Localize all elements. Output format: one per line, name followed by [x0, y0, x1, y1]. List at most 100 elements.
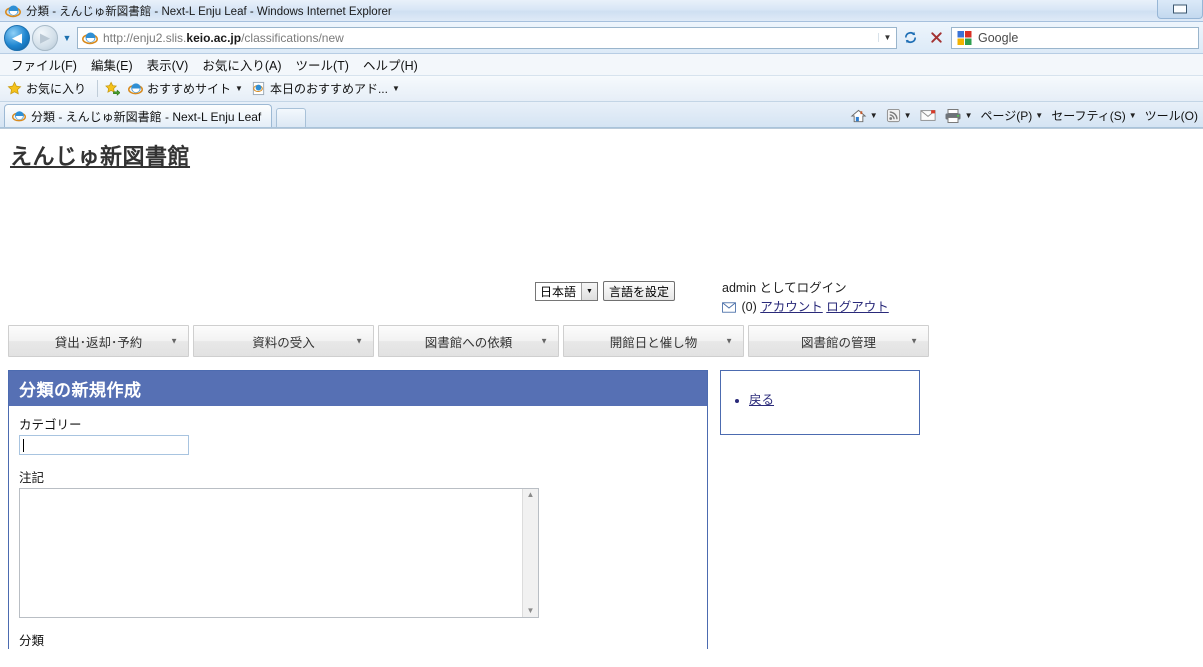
nav-tab-label: 図書館への依頼	[424, 335, 513, 350]
new-tab-button[interactable]	[276, 108, 307, 127]
language-selector-area: 日本語 ▼ 言語を設定	[535, 281, 676, 301]
chevron-down-icon: ▼	[540, 336, 548, 346]
window-title: 分類 - えんじゅ新図書館 - Next-L Enju Leaf - Windo…	[26, 5, 392, 18]
browser-menu-bar: ファイル(F) 編集(E) 表示(V) お気に入り(A) ツール(T) ヘルプ(…	[0, 54, 1203, 76]
forward-button[interactable]: ▶	[32, 24, 58, 51]
ie-icon	[82, 32, 98, 44]
address-bar-url: http://enju2.slis.keio.ac.jp/classificat…	[103, 31, 878, 45]
chevron-down-icon: ▼	[391, 84, 400, 93]
add-to-favorites-button[interactable]	[103, 80, 126, 97]
sidebar-item-back[interactable]: 戻る	[749, 393, 774, 407]
minimize-button[interactable]	[1157, 0, 1203, 19]
nav-tab-events[interactable]: 開館日と催し物 ▼	[563, 325, 744, 357]
chevron-down-icon: ▼	[355, 336, 363, 346]
text-cursor	[23, 438, 24, 452]
url-prefix: http://enju2.slis.	[103, 30, 187, 45]
nav-tab-administration[interactable]: 図書館の管理 ▼	[748, 325, 929, 357]
note-textarea[interactable]: ▲ ▼	[19, 488, 539, 618]
search-box[interactable]: Google	[951, 26, 1199, 49]
favorite-item-today-suggested-addon[interactable]: 本日のおすすめアド... ▼	[249, 79, 406, 98]
scroll-down-icon[interactable]: ▼	[527, 607, 535, 615]
window-titlebar: 分類 - えんじゅ新図書館 - Next-L Enju Leaf - Windo…	[0, 0, 1203, 22]
favorite-item-label: おすすめサイト	[147, 82, 232, 96]
list-item: 戻る	[749, 389, 919, 408]
note-textarea-scrollbar[interactable]: ▲ ▼	[522, 489, 538, 617]
feeds-icon	[886, 108, 900, 123]
form-spacer	[19, 618, 697, 630]
nav-tab-requests[interactable]: 図書館への依頼 ▼	[378, 325, 559, 357]
command-bar: ▼ ▼ ▼ ページ(P) ▼ セーフティ(S) ▼ ツール(O)	[847, 105, 1201, 126]
form-spacer	[19, 455, 697, 467]
back-button[interactable]: ◀	[4, 24, 30, 51]
refresh-button[interactable]	[897, 26, 923, 50]
google-icon	[957, 30, 972, 45]
chevron-down-icon: ▼	[581, 282, 598, 300]
browser-tab-label: 分類 - えんじゅ新図書館 - Next-L Enju Leaf	[31, 109, 262, 124]
chevron-down-icon: ▼	[725, 336, 733, 346]
scroll-up-icon[interactable]: ▲	[527, 491, 535, 499]
mail-button[interactable]	[917, 107, 939, 124]
logout-link[interactable]: ログアウト	[826, 300, 889, 314]
add-favorite-icon	[105, 81, 121, 96]
chevron-down-icon: ▼	[1035, 111, 1044, 120]
category-input[interactable]	[19, 435, 189, 455]
ie-icon	[5, 5, 21, 17]
user-status-area: admin としてログイン (0) アカウント ログアウト	[722, 279, 889, 317]
stop-x-icon	[930, 32, 942, 43]
home-button[interactable]: ▼	[847, 106, 881, 126]
favorites-bar: お気に入り おすすめサイト ▼ 本日のおすすめアド... ▼	[0, 76, 1203, 102]
main-navigation: 貸出･返却･予約 ▼ 資料の受入 ▼ 図書館への依頼 ▼ 開館日と催し物 ▼ 図…	[8, 325, 929, 357]
page-icon	[252, 81, 265, 96]
page-menu-button[interactable]: ページ(P) ▼	[978, 105, 1047, 126]
chevron-down-icon: ▼	[170, 336, 178, 346]
set-language-button[interactable]: 言語を設定	[603, 281, 676, 301]
browser-tab-active[interactable]: 分類 - えんじゅ新図書館 - Next-L Enju Leaf	[4, 104, 273, 127]
nav-tab-label: 開館日と催し物	[609, 335, 698, 350]
site-title-link[interactable]: えんじゅ新図書館	[10, 139, 190, 171]
favorites-separator	[97, 80, 99, 97]
menu-edit[interactable]: 編集(E)	[84, 53, 140, 76]
main-content-panel: 分類の新規作成 カテゴリー 注記 ▲ ▼ 分類	[8, 370, 708, 649]
star-icon	[7, 81, 22, 95]
page-viewport: えんじゅ新図書館 日本語 ▼ 言語を設定 admin としてログイン (0) ア…	[0, 128, 1203, 649]
classification-form: カテゴリー 注記 ▲ ▼ 分類 unknown ▼	[9, 406, 707, 649]
address-dropdown-button[interactable]: ▼	[878, 33, 896, 42]
tools-menu-label: ツール(O)	[1144, 109, 1198, 123]
user-links-row: (0) アカウント ログアウト	[722, 298, 889, 317]
ie-icon	[12, 111, 26, 122]
account-link[interactable]: アカウント	[760, 300, 823, 314]
nav-tab-label: 資料の受入	[252, 335, 315, 350]
classification-label: 分類	[19, 634, 45, 648]
menu-tools[interactable]: ツール(T)	[288, 53, 355, 76]
favorite-item-suggested-sites[interactable]: おすすめサイト ▼	[126, 79, 249, 98]
sidebar-panel: 戻る	[720, 370, 920, 435]
minimize-icon	[1173, 4, 1187, 14]
menu-file[interactable]: ファイル(F)	[4, 53, 84, 76]
favorites-center-button[interactable]: お気に入り	[5, 79, 92, 98]
note-textarea-text	[20, 489, 522, 617]
message-count: (0)	[741, 300, 757, 314]
menu-favorites[interactable]: お気に入り(A)	[195, 53, 288, 76]
chevron-down-icon: ▼	[964, 111, 973, 120]
nav-tab-label: 貸出･返却･予約	[54, 335, 143, 350]
language-select[interactable]: 日本語 ▼	[535, 281, 599, 301]
print-button[interactable]: ▼	[941, 106, 976, 126]
chevron-down-icon: ▼	[869, 111, 878, 120]
page-title: 分類の新規作成	[9, 371, 707, 406]
nav-tab-circulation[interactable]: 貸出･返却･予約 ▼	[8, 325, 189, 357]
menu-view[interactable]: 表示(V)	[140, 53, 196, 76]
tab-strip: 分類 - えんじゅ新図書館 - Next-L Enju Leaf ▼ ▼ ▼ ペ…	[0, 102, 1203, 128]
recent-pages-button[interactable]: ▼	[60, 27, 74, 49]
chevron-down-icon: ▼	[903, 111, 912, 120]
print-icon	[945, 108, 961, 123]
nav-tab-acquisition[interactable]: 資料の受入 ▼	[193, 325, 374, 357]
note-label: 注記	[19, 471, 45, 485]
nav-tab-label: 図書館の管理	[800, 335, 876, 350]
stop-button[interactable]	[923, 26, 949, 50]
safety-menu-button[interactable]: セーフティ(S) ▼	[1048, 105, 1139, 126]
refresh-icon	[904, 31, 916, 44]
feeds-button[interactable]: ▼	[883, 106, 915, 125]
address-bar[interactable]: http://enju2.slis.keio.ac.jp/classificat…	[77, 26, 897, 49]
tools-menu-button[interactable]: ツール(O)	[1142, 105, 1201, 126]
menu-help[interactable]: ヘルプ(H)	[356, 53, 425, 76]
